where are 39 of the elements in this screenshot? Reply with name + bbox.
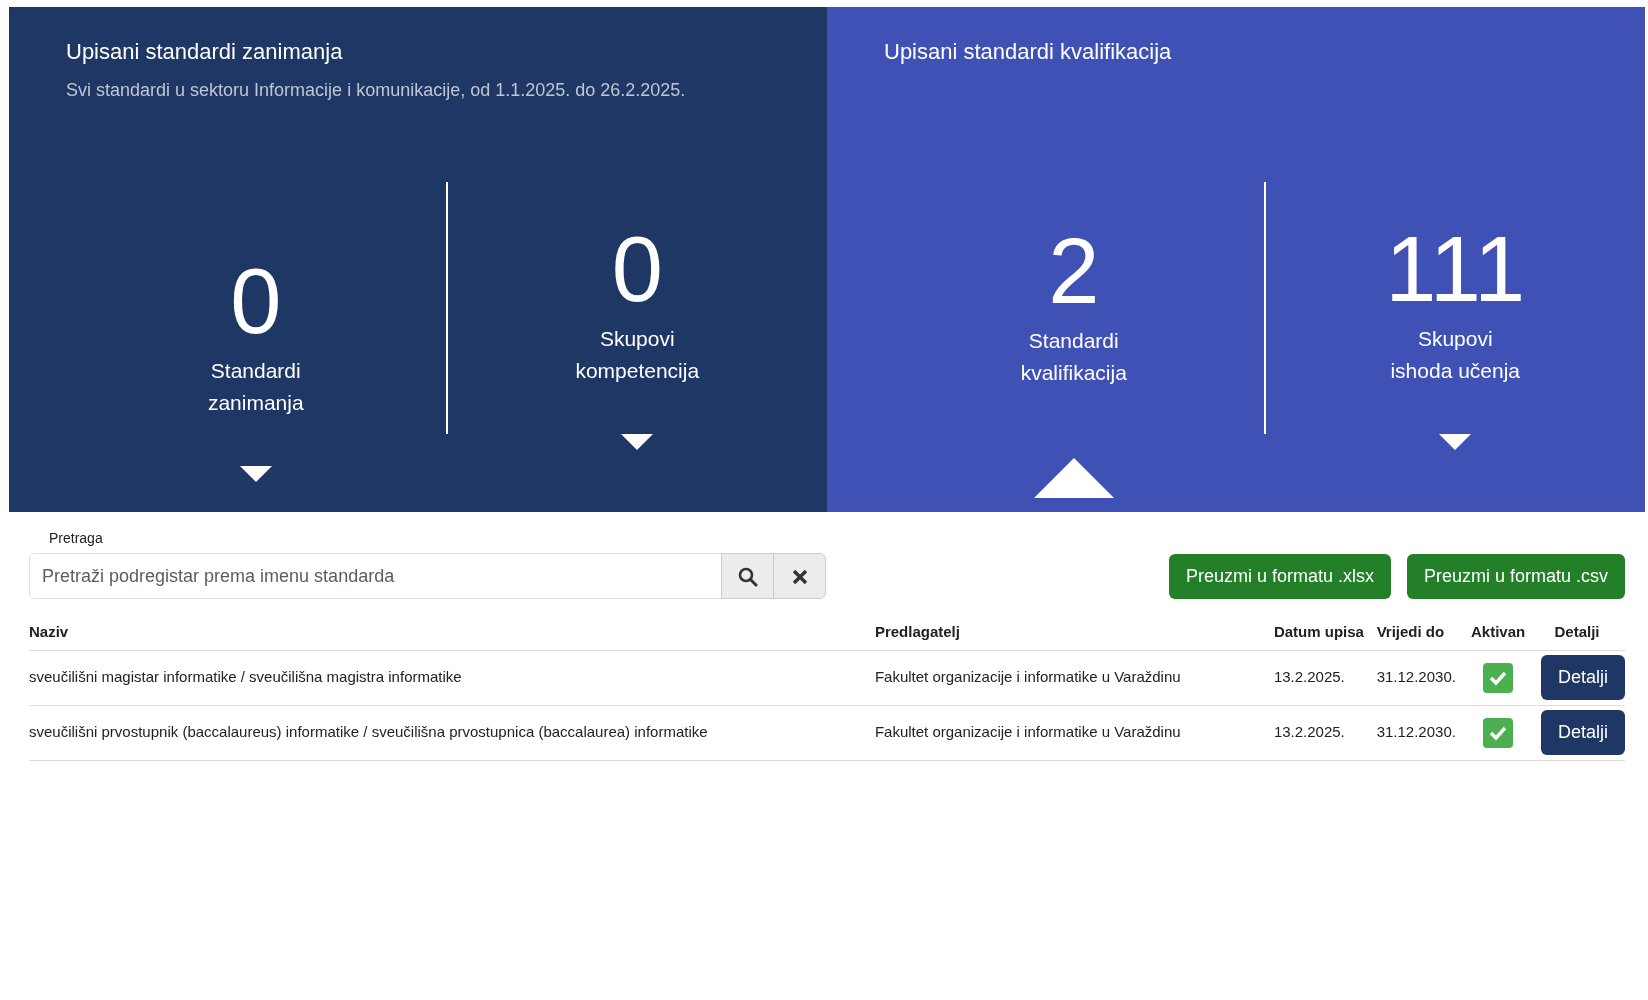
stat-label[interactable]: Skupovi ishoda učenja [1385,323,1526,386]
caret-up-icon[interactable] [1033,458,1114,498]
close-icon [791,568,808,585]
stat-label[interactable]: Standardi zanimanja [185,355,326,418]
table-cell: sveučilišni prvostupnik (baccalaureus) informatike / sveučilišna prvostupnica (baccalaurea) informatike [29,705,875,760]
download-button[interactable]: Preuzmi u formatu .xlsx [1168,554,1391,599]
caret-down-icon[interactable] [239,466,272,482]
column-header: Predlagatelj [874,615,1274,650]
table-cell: Fakultet organizacije i informatike u Varaždinu [874,650,1274,705]
download-button[interactable]: Preuzmi u formatu .csv [1406,554,1625,599]
clear-button[interactable] [773,553,826,599]
search-icon [737,566,758,587]
details-button[interactable]: Detalji [1540,710,1625,755]
panel-subtitle: Svi standardi u sektoru Informacije i komunikacije, od 1.1.2025. do 26.2.2025. [66,79,687,103]
table-cell: 13.2.2025. [1273,650,1377,705]
table-cell: Fakultet organizacije i informatike u Varaždinu [874,705,1274,760]
table-cell: sveučilišni magistar informatike / sveučilišna magistra informatike [29,650,875,705]
column-header: Datum upisa [1273,615,1377,650]
search-button[interactable] [721,553,774,599]
stat-label[interactable]: Standardi kvalifikacija [1003,325,1144,388]
search-label: Pretraga [49,529,104,548]
column-header: Detalji [1529,615,1625,650]
caret-down-icon[interactable] [1439,434,1472,450]
panel-title: Upisani standardi zanimanja [66,39,344,66]
column-header: Vrijedi do [1376,615,1468,650]
details-button[interactable]: Detalji [1540,655,1625,700]
table-cell: 31.12.2030. [1376,705,1468,760]
table-cell: 13.2.2025. [1273,705,1377,760]
stat-number: 2 [1048,225,1100,317]
column-header: Naziv [29,615,875,650]
stat-number: 0 [230,255,282,347]
table-cell: 31.12.2030. [1376,650,1468,705]
panel-title: Upisani standardi kvalifikacija [884,39,1173,66]
stat-label[interactable]: Skupovi kompetencija [567,323,708,386]
column-header: Aktivan [1467,615,1529,650]
stat-number: 0 [611,223,663,315]
stat-number: 111 [1385,223,1526,315]
caret-down-icon[interactable] [621,434,654,450]
search-field[interactable]: Pretraži podregistar prema imenu standarda [29,553,722,599]
